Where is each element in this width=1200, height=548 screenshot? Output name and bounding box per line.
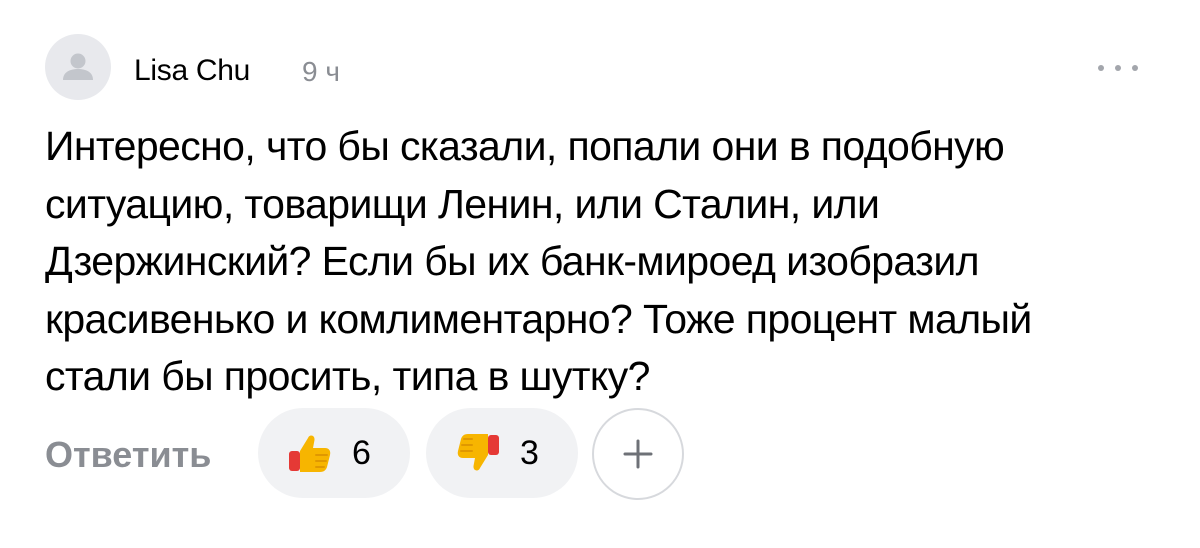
more-dots-icon[interactable]: [1098, 60, 1144, 76]
plus-icon: [623, 439, 653, 469]
dislike-count: 3: [520, 433, 539, 472]
thumbs-down-icon: [457, 434, 499, 471]
user-silhouette-icon: [63, 53, 93, 80]
add-reaction-button[interactable]: [592, 408, 684, 500]
avatar[interactable]: [45, 34, 111, 100]
comment-text: Интересно, что бы сказали, попали они в …: [45, 123, 1032, 399]
like-button[interactable]: 6: [258, 408, 410, 498]
dislike-button[interactable]: 3: [426, 408, 578, 498]
like-count: 6: [352, 433, 371, 472]
comment-time: 9 ч: [302, 56, 340, 87]
author-name[interactable]: Lisa Chu: [134, 54, 250, 88]
reply-button[interactable]: Ответить: [45, 434, 211, 476]
thumbs-up-icon: [289, 435, 331, 472]
